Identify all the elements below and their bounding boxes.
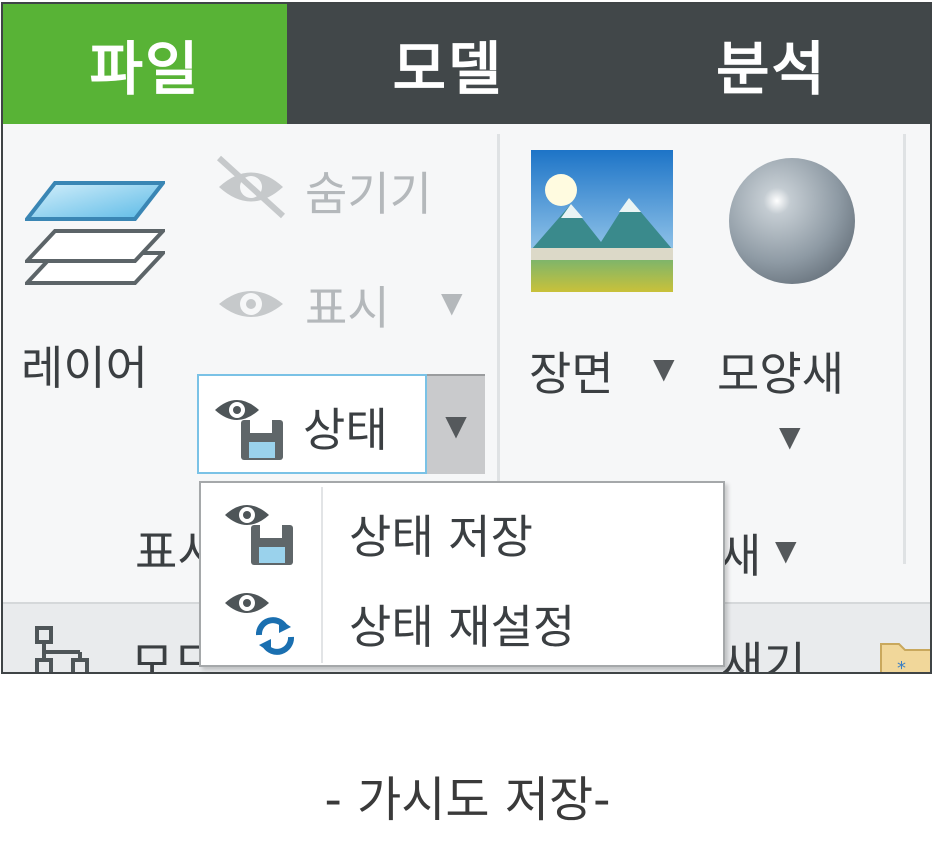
- show-eye-icon: [215, 282, 287, 326]
- eye-save-icon: [223, 495, 299, 567]
- appearance-dropdown-caret[interactable]: ▼: [779, 420, 801, 453]
- tab-model[interactable]: 모델: [287, 4, 609, 124]
- appearance-button-label[interactable]: 모양새: [717, 338, 844, 404]
- show-button-label[interactable]: 표시: [305, 272, 390, 338]
- show-dropdown-caret[interactable]: ▼: [441, 286, 463, 319]
- menu-item-save-state[interactable]: 상태 저장: [201, 485, 723, 575]
- layer-button-label[interactable]: 레이어: [21, 332, 148, 398]
- chevron-down-icon: ▼: [445, 408, 467, 442]
- appearance-sphere-icon[interactable]: [725, 154, 859, 288]
- folder-icon[interactable]: *: [879, 636, 930, 674]
- layers-icon[interactable]: [22, 179, 168, 289]
- tab-file[interactable]: 파일: [3, 4, 287, 124]
- appearance-group-label: 새: [719, 529, 762, 583]
- caption: - 가시도 저장-: [324, 772, 611, 828]
- tab-analysis[interactable]: 분석: [609, 4, 930, 124]
- model-tree-icon[interactable]: [33, 626, 97, 672]
- state-button-label: 상태: [303, 403, 388, 457]
- scene-dropdown-caret[interactable]: ▼: [653, 352, 675, 385]
- group-separator-2: [903, 134, 906, 564]
- svg-text:*: *: [897, 658, 906, 674]
- eye-refresh-icon: [223, 583, 299, 655]
- hide-button-label[interactable]: 숨기기: [305, 158, 432, 224]
- scene-button-label[interactable]: 장면: [529, 338, 614, 404]
- menu-item-save-state-label: 상태 저장: [349, 510, 533, 564]
- app-window: 파일 모델 분석 레이어 숨기기 표시 ▼ 상태 ▼ 표시 장면 ▼ 모양새 ▼…: [1, 2, 932, 674]
- hide-eye-icon: [213, 154, 289, 220]
- bottom-mid-label: 새기: [721, 637, 806, 674]
- ribbon-tab-bar: 파일 모델 분석: [3, 4, 930, 124]
- appearance-group-caret[interactable]: ▼: [775, 534, 797, 567]
- menu-item-reset-state[interactable]: 상태 재설정: [201, 575, 723, 665]
- eye-save-icon: [213, 390, 289, 462]
- state-button[interactable]: 상태: [197, 374, 427, 474]
- state-dropdown-menu: 상태 저장 상태 재설정: [199, 481, 725, 667]
- scene-landscape-icon[interactable]: [531, 150, 673, 292]
- state-dropdown-arrow[interactable]: ▼: [427, 374, 485, 474]
- menu-item-reset-state-label: 상태 재설정: [349, 600, 576, 654]
